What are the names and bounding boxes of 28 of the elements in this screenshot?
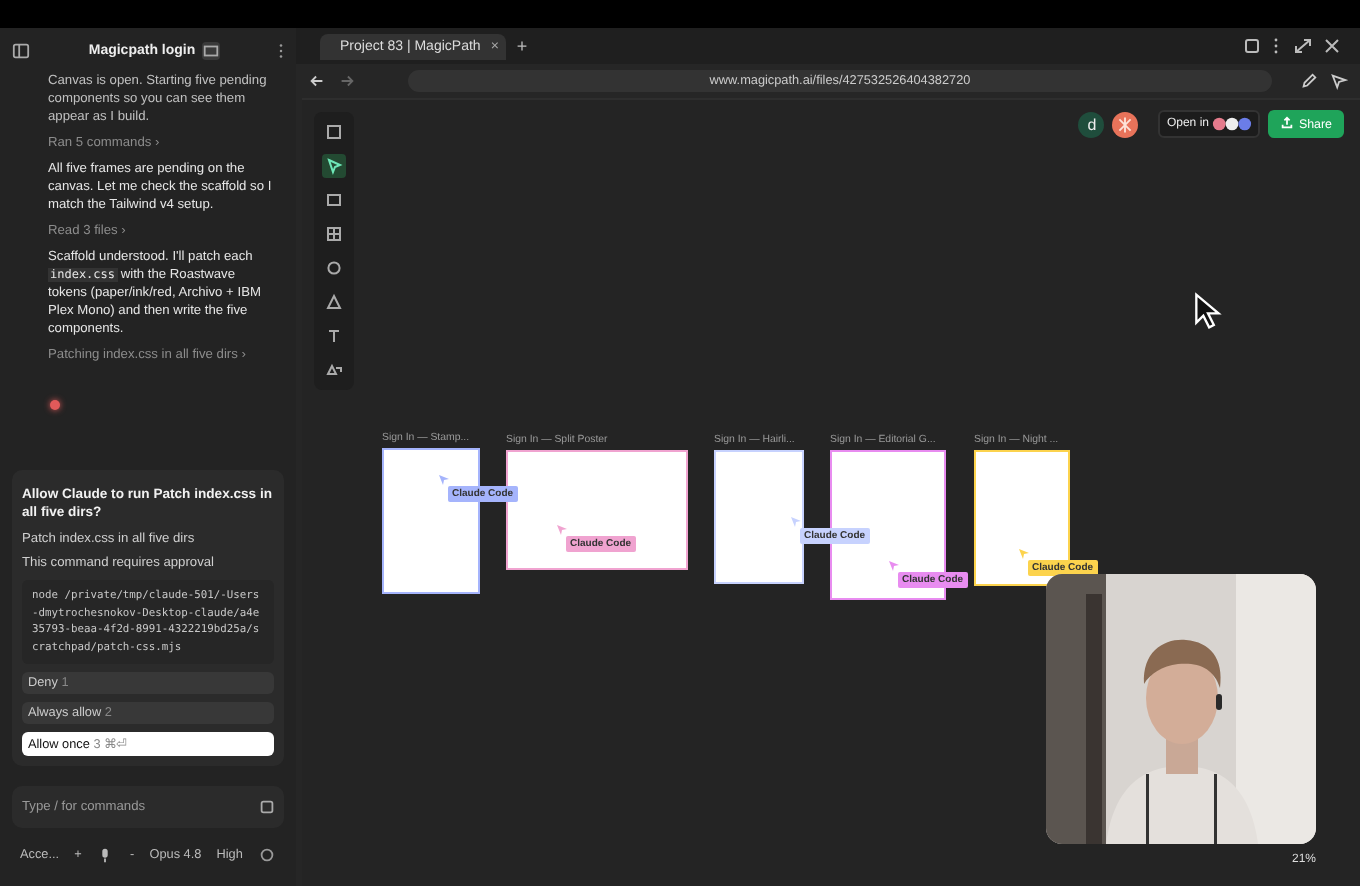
app-icons-drawing (1212, 116, 1253, 132)
spinner-icon (50, 400, 60, 410)
send-icon[interactable] (1330, 72, 1348, 90)
pointer-tool-icon[interactable] (322, 154, 346, 178)
new-tab-button[interactable]: + (516, 36, 528, 56)
collaborator-avatar-icon[interactable] (1112, 111, 1139, 137)
cursor-icon (888, 560, 900, 572)
refresh-icon[interactable] (257, 846, 276, 864)
more-icon[interactable] (278, 41, 284, 59)
back-icon[interactable] (308, 72, 326, 90)
upload-icon (1280, 116, 1295, 130)
cursor-icon (556, 524, 568, 536)
grid-tool-icon[interactable] (322, 222, 346, 246)
shape-tool-icon[interactable] (322, 290, 346, 314)
mouse-cursor-icon (1194, 292, 1222, 330)
frame-tool-icon[interactable] (322, 120, 346, 144)
cursor-icon (438, 474, 450, 486)
cursor-icon (1018, 548, 1030, 560)
forward-icon[interactable] (338, 72, 356, 90)
cursor-icon (790, 516, 802, 528)
sidebar-toggle-icon[interactable] (12, 41, 30, 59)
pencil-icon[interactable] (1300, 72, 1318, 90)
window-controls-drawing[interactable] (1244, 36, 1344, 56)
design-frame[interactable] (974, 450, 1070, 586)
user-avatar[interactable]: d (1078, 111, 1105, 137)
image-tool-icon[interactable] (322, 188, 346, 212)
folder-icon[interactable] (201, 41, 220, 59)
square-icon[interactable] (258, 798, 276, 816)
